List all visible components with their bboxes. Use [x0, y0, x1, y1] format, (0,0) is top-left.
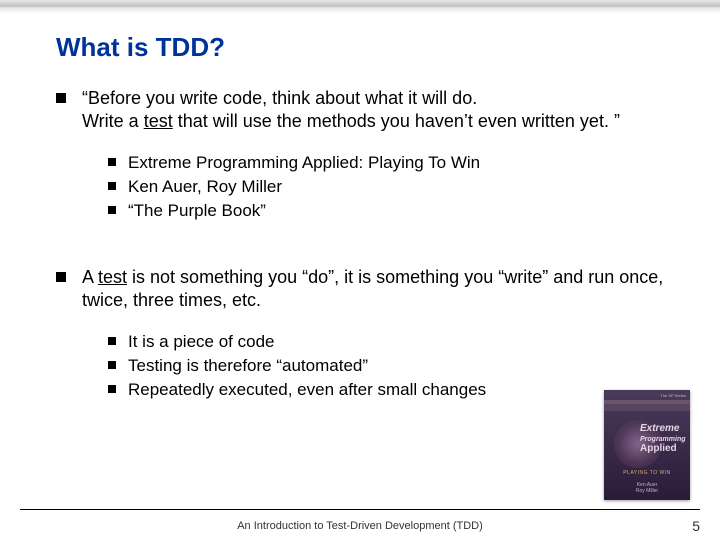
- spacer: [56, 244, 680, 266]
- text-segment: Applied: [640, 443, 677, 454]
- slide: What is TDD? “Before you write code, thi…: [0, 0, 720, 540]
- bullet-text: “Before you write code, think about what…: [82, 87, 620, 134]
- sub-bullet-list: It is a piece of code Testing is therefo…: [108, 331, 680, 401]
- book-series-label: The XP Series: [660, 393, 686, 398]
- text-segment: A: [82, 267, 98, 287]
- book-subtitle: PLAYING TO WIN: [604, 470, 690, 476]
- book-band-decoration: [604, 404, 690, 411]
- bullet-item-2: A test is not something you “do”, it is …: [56, 266, 680, 401]
- sub-bullet-item: It is a piece of code: [108, 331, 680, 353]
- square-bullet-icon: [108, 182, 116, 190]
- bullet-text: A test is not something you “do”, it is …: [82, 266, 680, 313]
- sub-bullet-text: It is a piece of code: [128, 331, 274, 353]
- text-segment: Write a: [82, 111, 144, 131]
- bullet-item-1: “Before you write code, think about what…: [56, 87, 680, 222]
- text-segment: is not something you “do”, it is somethi…: [82, 267, 663, 310]
- square-bullet-icon: [108, 361, 116, 369]
- footer-text: An Introduction to Test-Driven Developme…: [237, 520, 483, 532]
- underlined-text: test: [144, 111, 173, 131]
- sub-bullet-item: Ken Auer, Roy Miller: [108, 176, 680, 198]
- book-cover-image: The XP Series Extreme Programming Applie…: [604, 390, 690, 500]
- text-segment: “Before you write code, think about what…: [82, 88, 477, 108]
- text-segment: Programming: [640, 436, 686, 443]
- square-bullet-icon: [56, 93, 66, 103]
- sub-bullet-item: Repeatedly executed, even after small ch…: [108, 379, 680, 401]
- sub-bullet-item: Testing is therefore “automated”: [108, 355, 680, 377]
- sub-bullet-text: Testing is therefore “automated”: [128, 355, 368, 377]
- book-title-text: Extreme Programming Applied: [640, 424, 686, 454]
- sub-bullet-text: Extreme Programming Applied: Playing To …: [128, 152, 480, 174]
- slide-content: “Before you write code, think about what…: [56, 87, 680, 401]
- footer-divider: [20, 509, 700, 510]
- square-bullet-icon: [56, 272, 66, 282]
- book-authors: Ken Auer Roy Miller: [604, 482, 690, 494]
- sub-bullet-text: Repeatedly executed, even after small ch…: [128, 379, 486, 401]
- slide-footer: An Introduction to Test-Driven Developme…: [0, 509, 720, 534]
- square-bullet-icon: [108, 337, 116, 345]
- square-bullet-icon: [108, 206, 116, 214]
- square-bullet-icon: [108, 158, 116, 166]
- sub-bullet-item: “The Purple Book”: [108, 200, 680, 222]
- text-segment: that will use the methods you haven’t ev…: [173, 111, 620, 131]
- sub-bullet-text: Ken Auer, Roy Miller: [128, 176, 282, 198]
- top-gradient-bar: [0, 0, 720, 14]
- slide-title: What is TDD?: [56, 32, 720, 63]
- text-segment: Extreme: [640, 423, 679, 434]
- sub-bullet-list: Extreme Programming Applied: Playing To …: [108, 152, 680, 222]
- underlined-text: test: [98, 267, 127, 287]
- page-number: 5: [692, 518, 700, 534]
- square-bullet-icon: [108, 385, 116, 393]
- sub-bullet-text: “The Purple Book”: [128, 200, 266, 222]
- sub-bullet-item: Extreme Programming Applied: Playing To …: [108, 152, 680, 174]
